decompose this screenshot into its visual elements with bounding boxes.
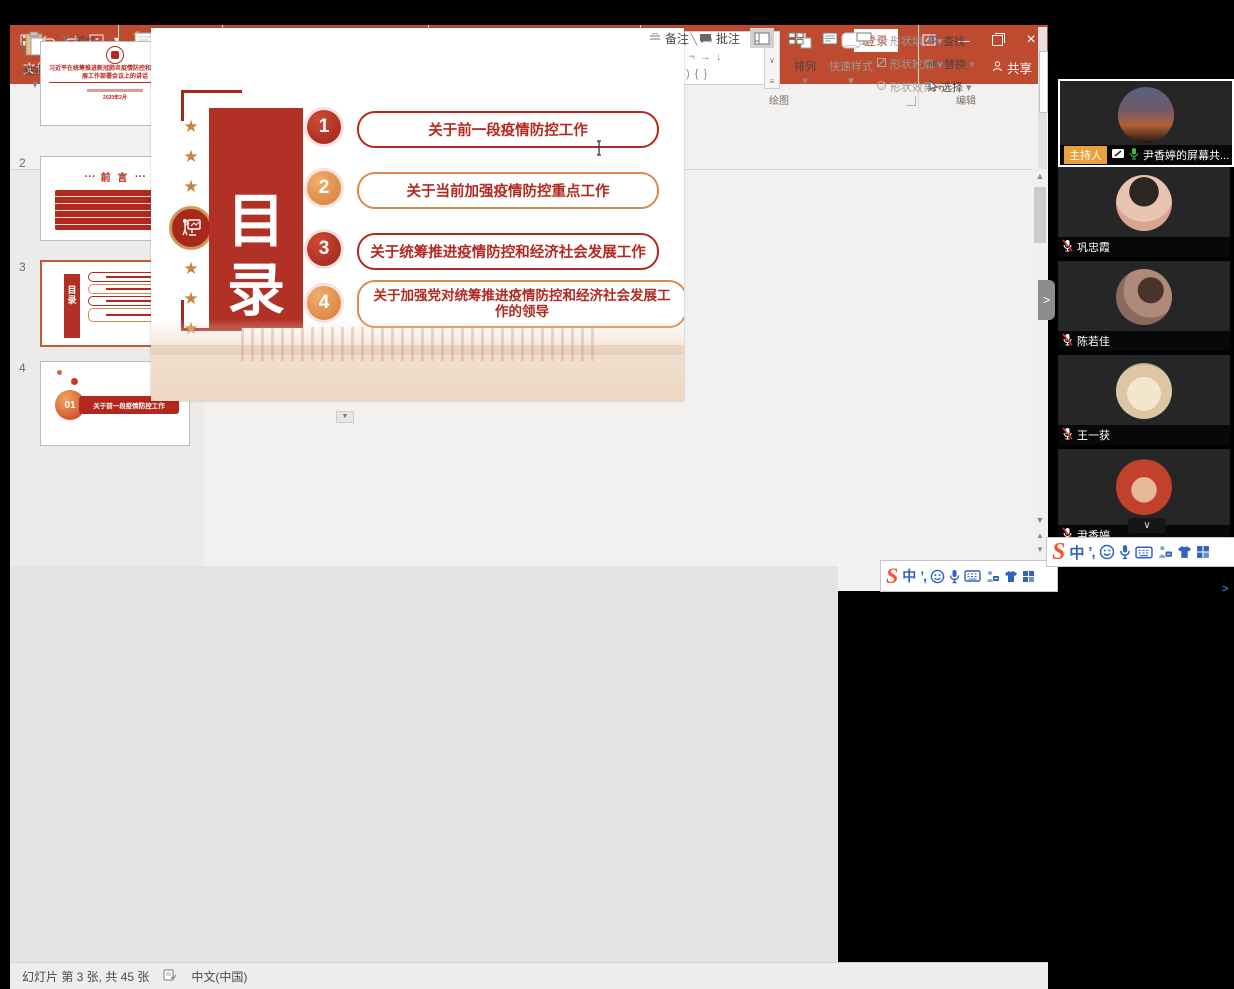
shape-outline-icon	[876, 57, 887, 71]
replace-button[interactable]: ab 替换▾	[928, 56, 975, 72]
avatar	[1116, 269, 1172, 325]
host-badge: 主持人	[1064, 146, 1107, 164]
mic-muted-icon	[1062, 333, 1073, 349]
scroll-up-icon[interactable]: ▲	[1032, 171, 1048, 181]
participant-name: 王一获	[1077, 427, 1110, 443]
sogou-logo-icon[interactable]: S	[1052, 539, 1065, 566]
ime-toolbar: S 中 ’,	[1046, 537, 1234, 567]
slideshow-view-button[interactable]	[852, 28, 876, 48]
emoji-icon[interactable]	[930, 569, 945, 584]
ime-punctuation[interactable]: ’,	[920, 568, 926, 584]
ime-toolbar: S 中 ’,	[880, 560, 1058, 592]
slide-counter: 幻灯片 第 3 张, 共 45 张	[22, 968, 149, 985]
mic-muted-icon	[1062, 427, 1073, 443]
voice-input-icon[interactable]	[1119, 544, 1131, 560]
mic-on-icon	[1129, 147, 1139, 163]
voice-input-icon[interactable]	[949, 569, 960, 584]
avatar	[1116, 459, 1172, 515]
toolbox-grid-icon[interactable]	[1022, 570, 1035, 583]
scroll-down-icon[interactable]: ▼	[1032, 515, 1048, 525]
shape-fill-icon	[876, 34, 887, 48]
participant-tile[interactable]: 巩忠霞	[1058, 167, 1230, 257]
toolbox-grid-icon[interactable]	[1196, 545, 1210, 559]
group-editing: 查找 ab 替换▾ 选择▾ 编辑	[918, 25, 1014, 109]
avatar	[1118, 87, 1174, 143]
powerpoint-window: ▾ 习近平在统筹推进新冠肺炎疫情防控和经济社会发展工作部署会议上的讲话 - Po…	[10, 25, 1048, 591]
participant-name: 陈若佳	[1077, 333, 1110, 349]
thumbnail-number: 4	[19, 361, 26, 375]
skin-shirt-icon[interactable]	[1177, 545, 1192, 559]
mic-muted-icon	[1062, 239, 1073, 255]
replace-icon: ab	[928, 57, 941, 72]
normal-view-button[interactable]	[750, 28, 774, 48]
participant-tile[interactable]: 王一获	[1058, 355, 1230, 445]
ime-punctuation[interactable]: ’,	[1088, 544, 1094, 561]
ime-drag-mark: >	[1222, 583, 1228, 595]
handwriting-person-icon[interactable]	[985, 570, 1000, 583]
emoji-icon[interactable]	[1099, 544, 1115, 560]
participant-tile-host[interactable]: 主持人 尹香婷的屏幕共...	[1058, 79, 1234, 167]
screen-share-icon	[1111, 148, 1125, 162]
svg-text:ab: ab	[928, 59, 937, 68]
scrollbar-thumb[interactable]	[1034, 187, 1046, 243]
status-bar: 幻灯片 第 3 张, 共 45 张 中文(中国) 备注 批注	[10, 962, 1048, 989]
editor-vertical-scrollbar[interactable]: ▲ ▼ ▲ ▼	[1032, 169, 1048, 565]
avatar	[1116, 175, 1172, 231]
comments-button[interactable]: 批注	[699, 30, 740, 47]
participant-tile[interactable]: 陈若佳	[1058, 261, 1230, 351]
find-button[interactable]: 查找	[928, 33, 965, 49]
slide-editor-area: ★ ★ ★ ★ ★ ★ 目录 1 关于前一段疫情防控工作 2 关于当前加强疫情防…	[10, 566, 838, 962]
reading-view-button[interactable]	[818, 28, 842, 48]
spellcheck-icon[interactable]	[163, 969, 177, 984]
handwriting-person-icon[interactable]	[1157, 545, 1173, 559]
slide-sorter-view-button[interactable]	[784, 28, 808, 48]
sogou-logo-icon[interactable]: S	[886, 563, 898, 589]
thumbnail-number: 3	[19, 260, 26, 274]
search-icon	[928, 34, 940, 49]
notes-button[interactable]: 备注	[649, 30, 689, 47]
ime-mode-chinese[interactable]: 中	[1069, 542, 1084, 563]
keyboard-icon[interactable]	[1135, 546, 1153, 559]
participant-name: 巩忠霞	[1077, 239, 1110, 255]
participant-name: 尹香婷的屏幕共...	[1143, 147, 1229, 163]
avatar	[1116, 363, 1172, 419]
drawing-dialog-launcher[interactable]	[906, 96, 916, 106]
keyboard-icon[interactable]	[964, 570, 981, 582]
ime-mode-chinese[interactable]: 中	[902, 566, 916, 586]
collapse-tiles-icon[interactable]: ∨	[1128, 518, 1166, 533]
language-indicator[interactable]: 中文(中国)	[191, 968, 247, 985]
meeting-sidebar: 主持人 尹香婷的屏幕共... 巩忠霞 陈若佳 王一获 尹香婷	[1048, 0, 1234, 602]
sidebar-expand-handle[interactable]: >	[1038, 280, 1055, 320]
skin-shirt-icon[interactable]	[1004, 570, 1018, 583]
